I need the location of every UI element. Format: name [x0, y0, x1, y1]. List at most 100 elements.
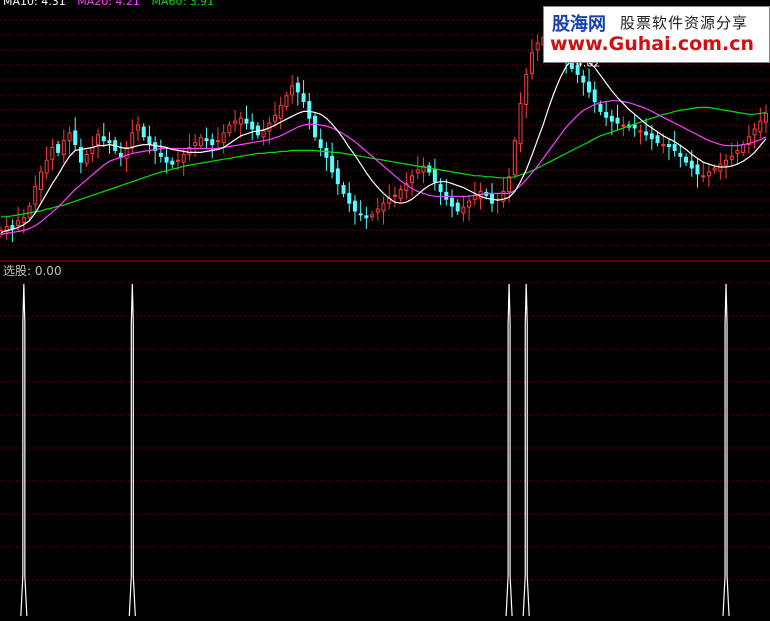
- candle-down: [73, 130, 78, 146]
- signal-series: [20, 283, 730, 617]
- candle-down: [695, 164, 700, 175]
- chart-canvas: 4.82: [0, 19, 770, 617]
- candle-up: [90, 147, 95, 154]
- candle-up: [181, 153, 186, 163]
- candle-down: [672, 144, 677, 151]
- candle-up: [518, 103, 523, 145]
- candle-up: [44, 159, 49, 174]
- candle-down: [101, 136, 106, 142]
- candle-up: [38, 171, 43, 190]
- candle-up: [261, 130, 266, 138]
- candle-up: [512, 140, 517, 176]
- candle-up: [33, 186, 38, 205]
- candle-up: [290, 85, 295, 96]
- candle-down: [587, 81, 592, 93]
- candle-up: [233, 120, 238, 124]
- candle-down: [432, 169, 437, 183]
- candle-down: [318, 139, 323, 149]
- candle-up: [661, 144, 666, 147]
- candle-up: [124, 147, 129, 159]
- indicator-panel-grid: [0, 282, 770, 581]
- candle-down: [689, 160, 694, 169]
- candle-down: [158, 152, 163, 157]
- candle-up: [638, 130, 643, 133]
- candle-down: [204, 138, 209, 142]
- candle-up: [50, 147, 55, 160]
- candle-down: [592, 89, 597, 103]
- candle-down: [581, 75, 586, 83]
- candle-up: [706, 171, 711, 177]
- candle-down: [609, 115, 614, 122]
- candle-down: [244, 118, 249, 124]
- candle-up: [724, 159, 729, 166]
- candle-up: [84, 153, 89, 164]
- candle-up: [415, 169, 420, 174]
- signal-spike: [128, 283, 136, 617]
- candle-down: [330, 155, 335, 173]
- candle-up: [461, 206, 466, 214]
- candle-down: [56, 144, 61, 153]
- candle-up: [278, 105, 283, 119]
- candle-up: [215, 140, 220, 143]
- candle-down: [450, 197, 455, 207]
- candle-up: [284, 95, 289, 108]
- candle-down: [598, 104, 603, 112]
- indicator-label: 选股: 0.00: [3, 264, 62, 278]
- candle-down: [307, 101, 312, 119]
- candle-up: [712, 167, 717, 171]
- candle-up: [741, 144, 746, 153]
- watermark-slogan: 股票软件资源分享: [620, 14, 749, 32]
- candle-up: [735, 149, 740, 154]
- candle-down: [655, 135, 660, 144]
- signal-spike: [505, 283, 513, 617]
- candle-up: [96, 134, 101, 146]
- candle-up: [130, 132, 135, 148]
- signal-spike: [20, 283, 28, 617]
- candle-down: [455, 202, 460, 212]
- candle-up: [410, 175, 415, 184]
- candle-down: [141, 126, 146, 138]
- candle-up: [375, 208, 380, 213]
- candle-down: [10, 225, 15, 230]
- candle-up: [729, 155, 734, 160]
- legend-ma10: MA10: 4.31: [3, 0, 66, 8]
- candle-down: [352, 200, 357, 212]
- candle-down: [250, 121, 255, 130]
- legend-ma60: MA60: 3.91: [151, 0, 215, 8]
- ma-legend: MA10: 4.31 MA20: 4.21 MA60: 3.91: [3, 0, 222, 8]
- candle-down: [666, 144, 671, 148]
- candle-up: [67, 132, 72, 142]
- candle-up: [467, 200, 472, 208]
- candle-up: [227, 124, 232, 134]
- candle-up: [524, 73, 529, 106]
- candle-down: [210, 139, 215, 146]
- candle-down: [644, 131, 649, 136]
- candle-down: [615, 117, 620, 124]
- candle-down: [295, 82, 300, 93]
- candle-up: [238, 117, 243, 125]
- candle-down: [170, 160, 175, 165]
- candle-down: [427, 165, 432, 173]
- signal-spike: [722, 283, 730, 617]
- candle-down: [324, 147, 329, 158]
- candle-up: [221, 132, 226, 144]
- candle-up: [621, 124, 626, 127]
- candle-up: [136, 124, 141, 131]
- signal-spike: [522, 283, 530, 617]
- watermark-banner: 股海网 股票软件资源分享 www.Guhai.com.cn: [543, 6, 770, 63]
- candle-down: [364, 215, 369, 219]
- candle-down: [649, 133, 654, 140]
- candle-down: [312, 115, 317, 138]
- candle-up: [701, 175, 706, 178]
- candle-up: [175, 159, 180, 162]
- candle-down: [147, 136, 152, 146]
- candle-down: [341, 185, 346, 194]
- candle-up: [764, 112, 768, 123]
- candle-down: [358, 213, 363, 216]
- candle-up: [381, 202, 386, 212]
- candle-down: [678, 152, 683, 157]
- candle-up: [398, 188, 403, 199]
- candle-up: [507, 176, 512, 192]
- candle-down: [632, 124, 637, 129]
- candle-up: [370, 214, 375, 218]
